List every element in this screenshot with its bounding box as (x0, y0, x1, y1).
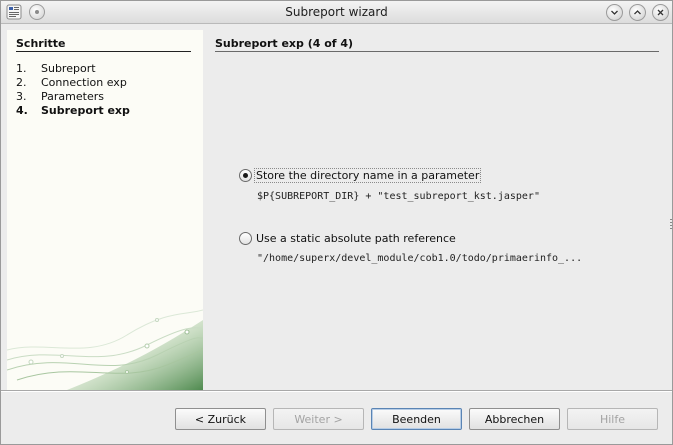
store-in-parameter-radio[interactable] (239, 169, 252, 182)
cancel-button[interactable]: Abbrechen (469, 408, 560, 430)
steps-heading: Schritte (16, 37, 66, 50)
parameter-expression-text: $P{SUBREPORT_DIR} + "test_subreport_kst.… (257, 191, 540, 202)
step-label: Subreport exp (41, 104, 130, 117)
button-bar-divider-highlight (1, 391, 672, 392)
step-number: 4. (16, 104, 28, 117)
static-path-expression-text: "/home/superx/devel_module/cob1.0/todo/p… (257, 253, 583, 264)
step-label: Connection exp (41, 76, 127, 89)
next-button[interactable]: Weiter > (273, 408, 364, 430)
page-title-divider (215, 51, 659, 52)
static-path-radio[interactable] (239, 232, 252, 245)
step-number: 2. (16, 76, 27, 89)
steps-panel: Schritte 1. Subreport 2. Connection exp 3.… (7, 30, 203, 390)
static-path-label[interactable]: Use a static absolute path reference (256, 232, 456, 245)
back-button[interactable]: < Zurück (175, 408, 266, 430)
minimize-icon[interactable] (606, 4, 623, 21)
decorative-swirl-graphic (7, 309, 203, 390)
step-item-parameters: 3. Parameters (16, 90, 104, 103)
step-number: 3. (16, 90, 27, 103)
title-bar[interactable]: Subreport wizard (1, 1, 672, 24)
help-button[interactable]: Hilfe (567, 408, 658, 430)
close-icon[interactable] (652, 4, 669, 21)
window-title: Subreport wizard (285, 5, 388, 19)
store-in-parameter-label[interactable]: Store the directory name in a parameter (253, 168, 482, 183)
finish-button[interactable]: Beenden (371, 408, 462, 430)
step-label: Parameters (41, 90, 104, 103)
page-title: Subreport exp (4 of 4) (215, 37, 354, 50)
maximize-icon[interactable] (629, 4, 646, 21)
subreport-wizard-window: Subreport wizard Schritte 1. Subreport 2.… (0, 0, 673, 445)
step-item-subreport-exp: 4. Subreport exp (16, 104, 130, 117)
step-item-connection-exp: 2. Connection exp (16, 76, 127, 89)
resize-grip[interactable] (670, 219, 672, 229)
step-item-subreport: 1. Subreport (16, 62, 96, 75)
step-number: 1. (16, 62, 27, 75)
step-label: Subreport (41, 62, 96, 75)
steps-divider (16, 51, 191, 52)
